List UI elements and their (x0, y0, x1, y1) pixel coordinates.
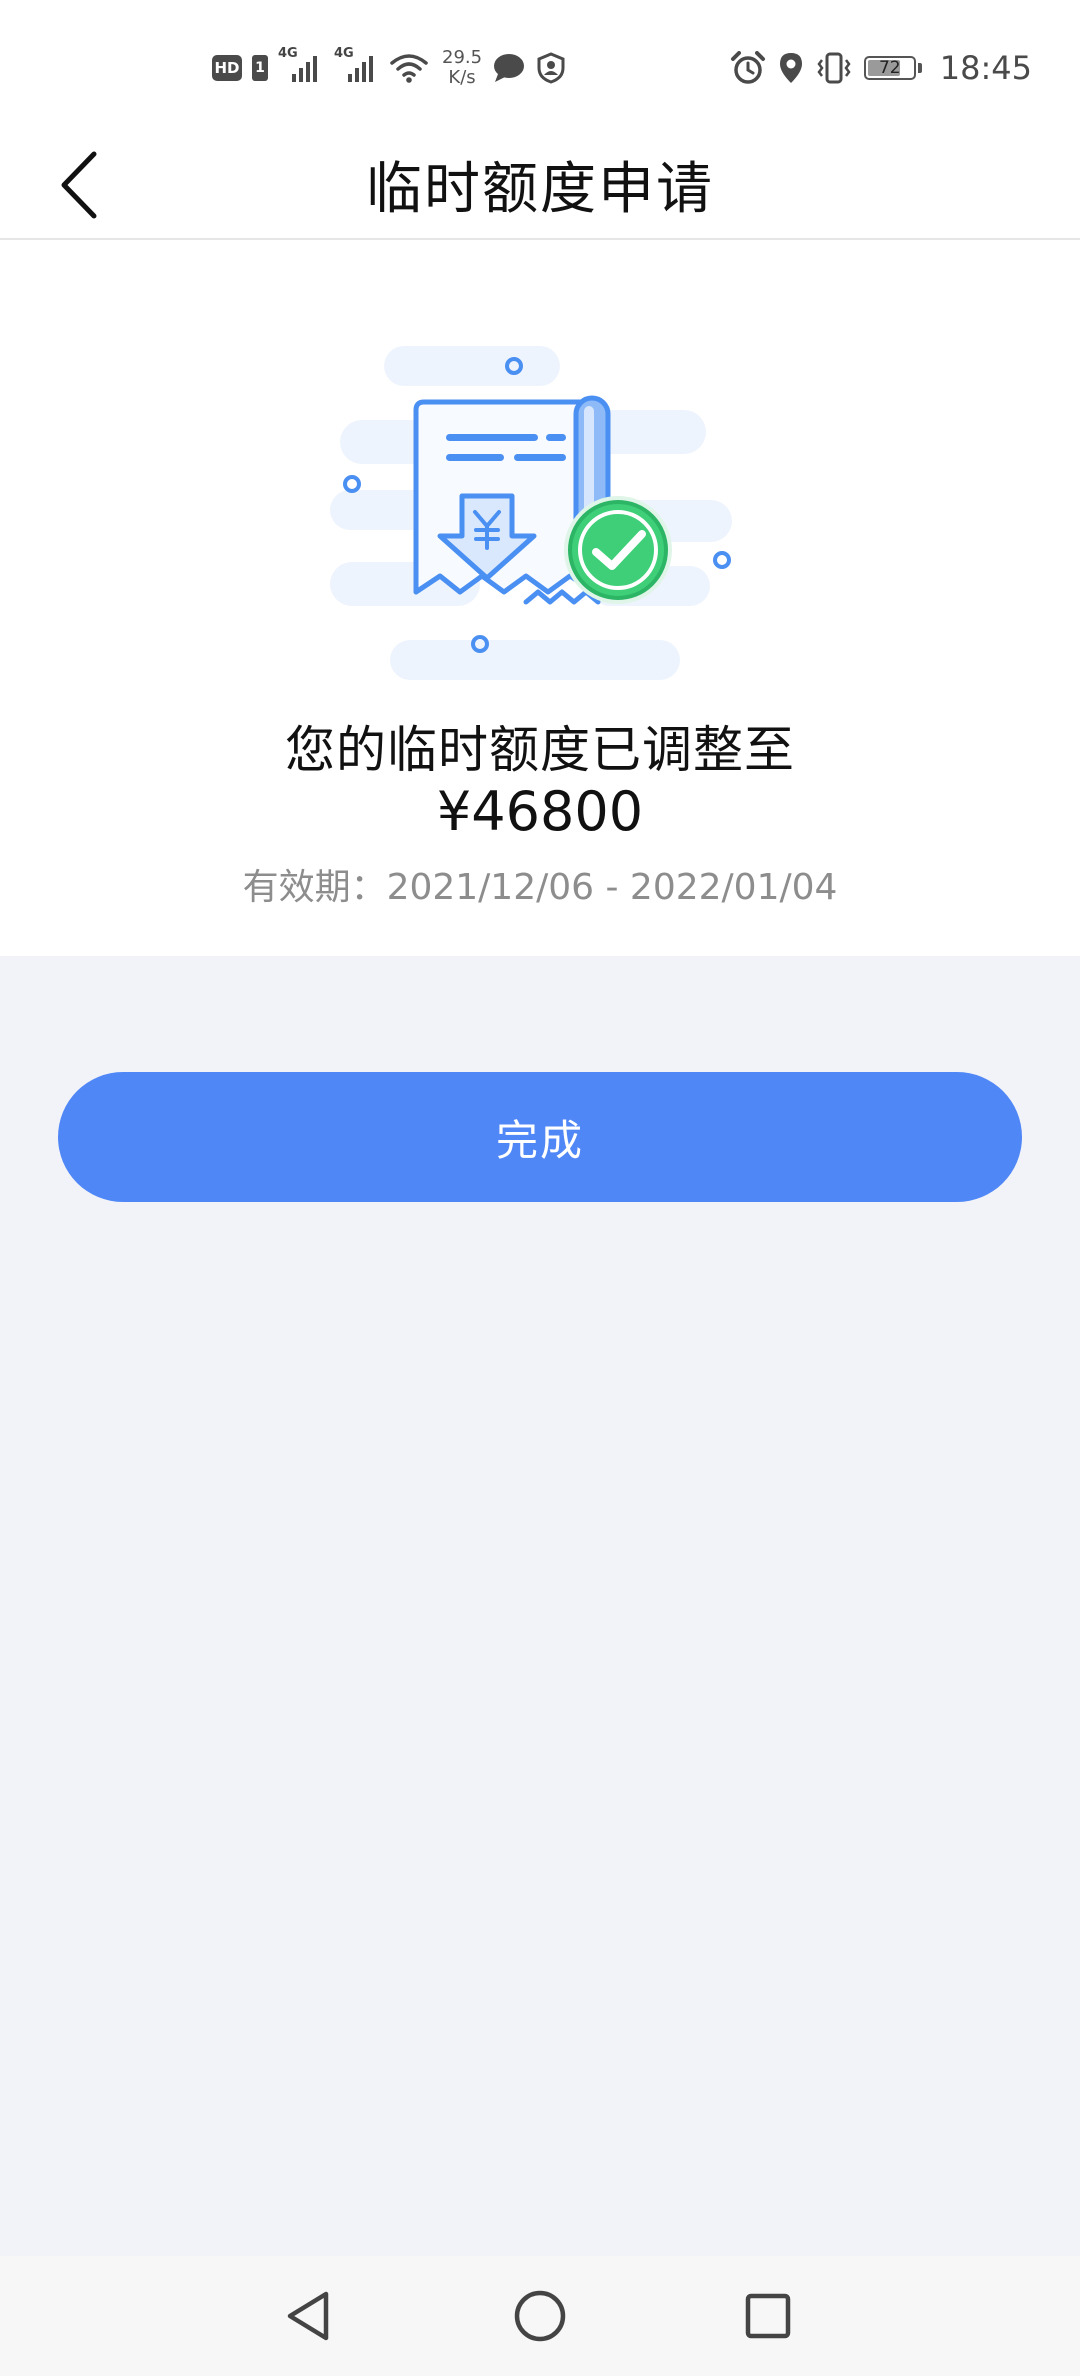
system-nav-bar (0, 2256, 1080, 2376)
battery-level: 72 (878, 58, 901, 78)
signal-icon: 4G (278, 46, 324, 86)
signal-icon-2: 4G (334, 46, 380, 86)
battery-icon: 72 (863, 56, 922, 80)
shield-icon (537, 52, 565, 84)
location-icon (779, 53, 802, 83)
status-bar-right: 72 18:45 (730, 42, 1032, 94)
status-bar-left: HD 1 4G 4G 29.5 K/s (212, 42, 566, 94)
message-icon (494, 54, 525, 82)
vibrate-icon (817, 52, 851, 84)
result-amount: ¥46800 (436, 780, 644, 843)
nav-recents-button[interactable] (728, 2276, 808, 2356)
alarm-icon (730, 51, 765, 84)
done-button[interactable]: 完成 (58, 1072, 1022, 1202)
wifi-icon (390, 54, 428, 83)
back-triangle-icon (287, 2291, 329, 2341)
home-circle-icon (514, 2290, 566, 2342)
net-speed-value: 29.5 (442, 47, 483, 68)
validity-period: 有效期：2021/12/06 - 2022/01/04 (242, 867, 838, 908)
result-title: 您的临时额度已调整至 (285, 721, 795, 779)
page-title: 临时额度申请 (366, 156, 714, 222)
net-speed-unit: K/s (448, 67, 476, 88)
app-header: 临时额度申请 (0, 130, 1080, 240)
status-time: 18:45 (939, 49, 1032, 87)
battery-tip (917, 63, 922, 73)
hd-icon: HD (212, 55, 242, 81)
status-bar: HD 1 4G 4G 29.5 K/s 72 18:45 (0, 0, 1080, 130)
recents-square-icon (745, 2293, 791, 2339)
battery-body: 72 (863, 56, 916, 80)
result-card: 您的临时额度已调整至 ¥46800 有效期：2021/12/06 - 2022/… (0, 240, 1080, 956)
sim-icon: 1 (252, 55, 268, 81)
net-speed: 29.5 K/s (442, 48, 482, 88)
nav-home-button[interactable] (500, 2276, 580, 2356)
nav-back-button[interactable] (268, 2276, 348, 2356)
receipt-success-illustration (330, 346, 732, 680)
